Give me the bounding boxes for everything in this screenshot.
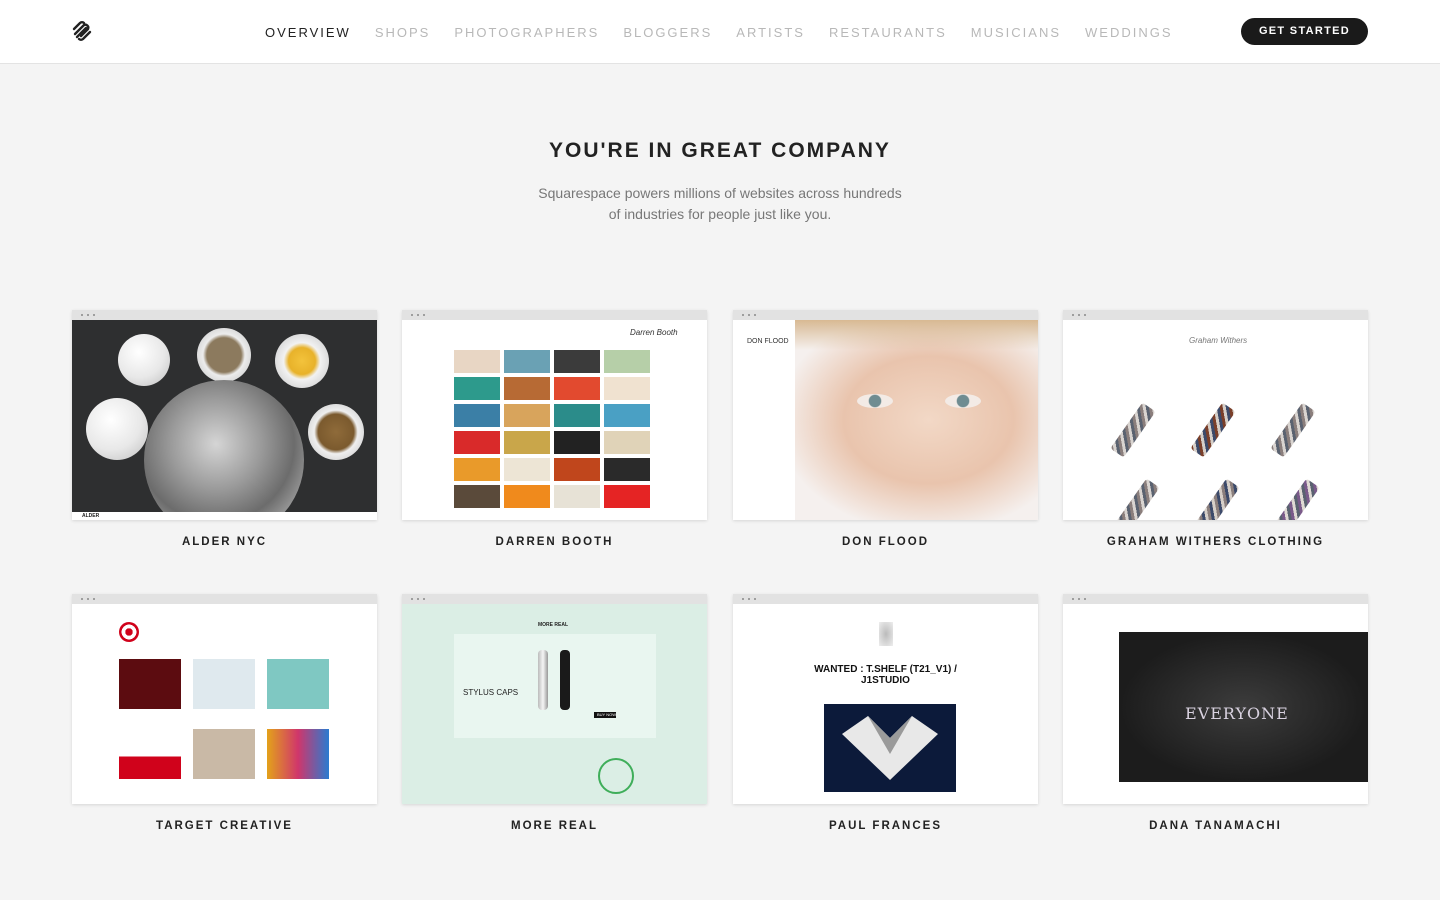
nav-musicians[interactable]: MUSICIANS [971,24,1061,42]
mural-text: EVERYONE [1185,704,1289,723]
card-label[interactable]: MORE REAL [402,820,707,832]
site-logo-text: Darren Booth [630,328,678,337]
site-screenshot: ALDER [72,320,377,520]
site-logo-text: Graham Withers [1189,336,1248,345]
site-preview[interactable]: WANTED : T.SHELF (T21_V1) / J1STUDIO [733,594,1038,804]
site-headline: WANTED : T.SHELF (T21_V1) / J1STUDIO [814,664,957,686]
page-subtitle: Squarespace powers millions of websites … [510,183,930,225]
nav-photographers[interactable]: PHOTOGRAPHERS [454,24,599,42]
nav-overview[interactable]: OVERVIEW [265,24,351,42]
category-nav: OVERVIEW SHOPS PHOTOGRAPHERS BLOGGERS AR… [253,24,1185,42]
site-screenshot: Darren Booth [402,320,707,520]
site-preview[interactable]: Darren Booth [402,310,707,520]
card-label[interactable]: ALDER NYC [72,536,377,548]
site-preview[interactable] [72,594,377,804]
site-screenshot: WANTED : T.SHELF (T21_V1) / J1STUDIO [733,604,1038,804]
nav-artists[interactable]: ARTISTS [736,24,805,42]
site-screenshot [72,604,377,804]
site-preview[interactable]: DON FLOOD [733,310,1038,520]
site-screenshot: DON FLOOD [733,320,1038,520]
card-label[interactable]: PAUL FRANCES [733,820,1038,832]
squarespace-logo-icon[interactable] [71,20,93,42]
site-screenshot: Graham Withers [1063,320,1368,520]
browser-chrome [1063,310,1368,320]
site-screenshot: EVERYONE [1063,604,1368,804]
site-buy-button: BUY NOW [597,712,617,717]
subtitle-line-1: Squarespace powers millions of websites … [538,185,902,201]
top-navigation-bar: OVERVIEW SHOPS PHOTOGRAPHERS BLOGGERS AR… [0,0,1440,64]
card-label[interactable]: DARREN BOOTH [402,536,707,548]
page-title: YOU'RE IN GREAT COMPANY [549,139,891,162]
site-screenshot: MORE REAL STYLUS CAPS BUY NOW [402,604,707,804]
nav-restaurants[interactable]: RESTAURANTS [829,24,947,42]
card-label[interactable]: TARGET CREATIVE [72,820,377,832]
site-logo-text: ALDER [82,513,100,519]
card-label[interactable]: DANA TANAMACHI [1063,820,1368,832]
browser-chrome [72,310,377,320]
nav-bloggers[interactable]: BLOGGERS [623,24,712,42]
site-logo-text: DON FLOOD [747,338,789,345]
card-label[interactable]: GRAHAM WITHERS CLOTHING [1063,536,1368,548]
subtitle-line-2: of industries for people just like you. [608,206,832,222]
browser-chrome [733,594,1038,604]
nav-shops[interactable]: SHOPS [375,24,431,42]
site-logo-text: MORE REAL [538,622,568,628]
card-label[interactable]: DON FLOOD [733,536,1038,548]
site-preview[interactable]: Graham Withers [1063,310,1368,520]
target-logo-icon [119,622,139,642]
browser-chrome [402,310,707,320]
site-preview[interactable]: MORE REAL STYLUS CAPS BUY NOW [402,594,707,804]
site-headline: STYLUS CAPS [463,688,519,697]
browser-chrome [402,594,707,604]
get-started-button[interactable]: GET STARTED [1241,18,1368,45]
browser-chrome [1063,594,1368,604]
browser-chrome [72,594,377,604]
site-preview[interactable]: ALDER [72,310,377,520]
site-preview[interactable]: EVERYONE [1063,594,1368,804]
browser-chrome [733,310,1038,320]
nav-weddings[interactable]: WEDDINGS [1085,24,1173,42]
